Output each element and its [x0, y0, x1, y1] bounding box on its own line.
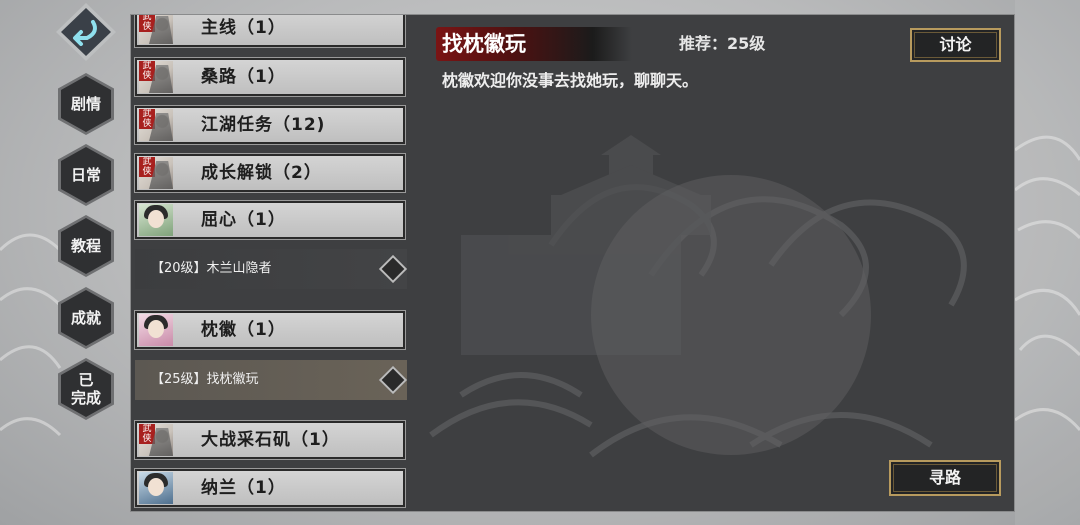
quest-list: 武侠 主线（1） 武侠 桑路（1） 武侠 江湖任务（12) 武侠 成长解锁（2）… — [133, 15, 409, 511]
character-portrait — [139, 472, 173, 504]
quest-category-label: 枕徽（1） — [201, 320, 286, 340]
diamond-marker-icon — [378, 254, 408, 284]
nav-tab-label: 已 完成 — [70, 371, 101, 407]
quest-category-row[interactable]: 屈心（1） — [134, 200, 406, 240]
quest-entry[interactable]: 【20级】木兰山隐者 — [135, 249, 408, 289]
quest-category-row[interactable]: 武侠 大战采石矶（1） — [134, 420, 406, 460]
diamond-marker-icon — [378, 365, 408, 395]
quest-stamp-portrait: 武侠 — [139, 157, 173, 189]
quest-category-label: 大战采石矶（1） — [201, 430, 340, 450]
quest-category-row[interactable]: 武侠 桑路（1） — [134, 57, 406, 97]
recommended-level: 推荐：25级 — [679, 34, 766, 53]
quest-category-label: 江湖任务（12) — [201, 115, 326, 135]
return-arrow-icon — [73, 20, 97, 46]
quest-category-label: 成长解锁（2） — [201, 163, 322, 183]
nav-tab-label: 成就 — [70, 309, 101, 327]
character-portrait — [139, 314, 173, 346]
nav-tab-label: 日常 — [70, 166, 101, 184]
quest-category-row[interactable]: 枕徽（1） — [134, 310, 406, 350]
quest-entry-label: 【25级】找枕徽玩 — [151, 372, 259, 387]
quest-category-row[interactable]: 武侠 成长解锁（2） — [134, 153, 406, 193]
quest-description: 枕徽欢迎你没事去找她玩，聊聊天。 — [442, 71, 699, 90]
quest-category-row[interactable]: 武侠 主线（1） — [134, 15, 406, 48]
quest-category-label: 主线（1） — [201, 18, 286, 38]
quest-category-row[interactable]: 纳兰（1） — [134, 468, 406, 508]
quest-stamp-portrait: 武侠 — [139, 15, 173, 44]
pathfind-button[interactable]: 寻路 — [889, 460, 1001, 496]
nav-tab-label: 剧情 — [70, 95, 101, 113]
quest-category-row[interactable]: 武侠 江湖任务（12) — [134, 105, 406, 145]
quest-stamp-portrait: 武侠 — [139, 424, 173, 456]
quest-category-label: 纳兰（1） — [201, 478, 286, 498]
quest-stamp-portrait: 武侠 — [139, 61, 173, 93]
quest-stamp-portrait: 武侠 — [139, 109, 173, 141]
quest-entry-selected[interactable]: 【25级】找枕徽玩 — [135, 360, 408, 400]
nav-tab-label: 教程 — [70, 237, 101, 255]
quest-entry-label: 【20级】木兰山隐者 — [151, 261, 272, 276]
quest-category-label: 屈心（1） — [201, 210, 286, 230]
quest-category-label: 桑路（1） — [201, 67, 286, 87]
character-portrait — [139, 204, 173, 236]
back-button[interactable] — [61, 8, 111, 56]
quest-title: 找枕徽玩 — [442, 32, 526, 56]
discuss-button[interactable]: 讨论 — [910, 28, 1001, 62]
